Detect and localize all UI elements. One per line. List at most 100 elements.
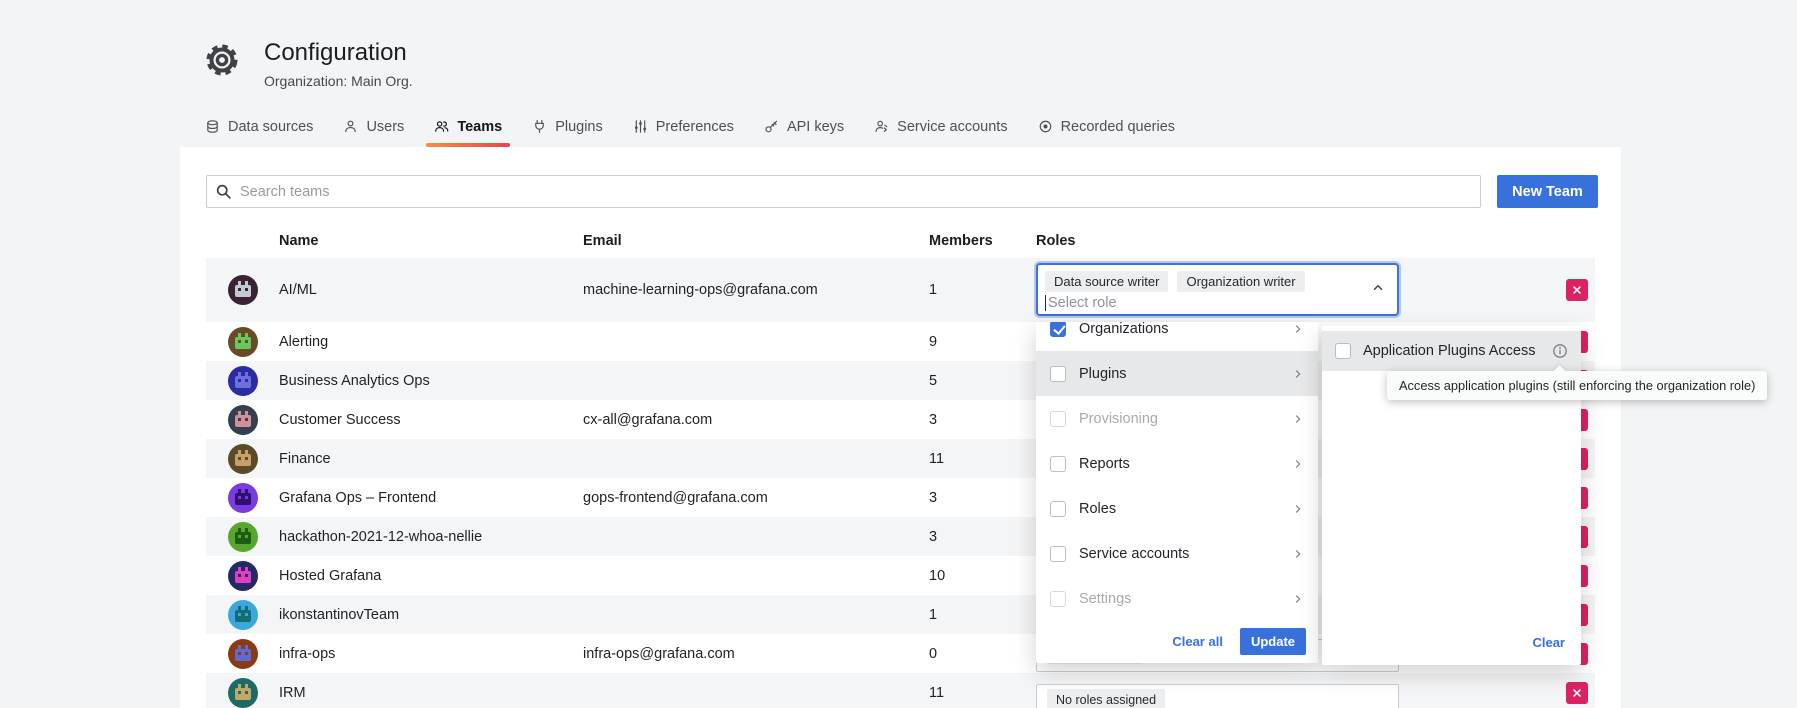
team-avatar bbox=[228, 522, 258, 552]
close-icon bbox=[1570, 686, 1584, 700]
menu-item-service-accounts[interactable]: Service accounts bbox=[1036, 531, 1318, 576]
role-picker-menu: Organizations Plugins ProvisioningReports R… bbox=[1036, 322, 1318, 663]
chevron-right-icon bbox=[1292, 323, 1304, 335]
team-avatar bbox=[228, 275, 258, 305]
menu-item-application-plugins-access[interactable]: Application Plugins Access bbox=[1322, 331, 1581, 371]
checkbox[interactable] bbox=[1050, 456, 1066, 472]
chevron-right-icon bbox=[1292, 413, 1304, 425]
tab-label: Service accounts bbox=[897, 119, 1007, 135]
team-avatar bbox=[228, 327, 258, 357]
menu-item-settings: Settings bbox=[1036, 576, 1318, 621]
tab-plugins[interactable]: Plugins bbox=[517, 106, 618, 147]
tab-label: API keys bbox=[787, 119, 844, 135]
tab-label: Preferences bbox=[656, 119, 734, 135]
tab-label: Users bbox=[366, 119, 404, 135]
clear-all-link[interactable]: Clear all bbox=[1172, 634, 1223, 649]
team-avatar bbox=[228, 678, 258, 708]
team-name[interactable]: infra-ops bbox=[279, 646, 335, 662]
configuration-gear-icon bbox=[202, 40, 242, 80]
delete-team-button[interactable] bbox=[1566, 279, 1588, 301]
tab-api-keys[interactable]: API keys bbox=[749, 106, 859, 147]
team-email: machine-learning-ops@grafana.com bbox=[583, 282, 818, 298]
menu-item-label: Application Plugins Access bbox=[1363, 343, 1536, 359]
checkbox[interactable] bbox=[1335, 343, 1351, 359]
key-icon bbox=[764, 119, 779, 134]
team-avatar bbox=[228, 600, 258, 630]
menu-item-label: Service accounts bbox=[1079, 546, 1189, 562]
tab-data-sources[interactable]: Data sources bbox=[190, 106, 328, 147]
team-avatar bbox=[228, 561, 258, 591]
chevron-up-icon[interactable] bbox=[1371, 280, 1385, 299]
tab-label: Teams bbox=[457, 119, 502, 135]
team-avatar bbox=[228, 639, 258, 669]
menu-item-roles[interactable]: Roles bbox=[1036, 486, 1318, 531]
chevron-right-icon bbox=[1292, 593, 1304, 605]
no-roles-pill: No roles assigned bbox=[1047, 689, 1165, 708]
service-account-icon bbox=[874, 119, 889, 134]
search-input[interactable] bbox=[206, 175, 1481, 208]
team-name[interactable]: hackathon-2021-12-whoa-nellie bbox=[279, 529, 482, 545]
menu-item-label: Organizations bbox=[1079, 322, 1168, 337]
team-avatar bbox=[228, 366, 258, 396]
page: Configuration Organization: Main Org. Da… bbox=[0, 0, 1797, 708]
user-icon bbox=[343, 119, 358, 134]
team-name[interactable]: IRM bbox=[279, 685, 306, 701]
menu-item-organizations[interactable]: Organizations bbox=[1036, 322, 1318, 351]
tab-label: Data sources bbox=[228, 119, 313, 135]
team-name[interactable]: Hosted Grafana bbox=[279, 568, 381, 584]
team-avatar bbox=[228, 444, 258, 474]
menu-item-reports[interactable]: Reports bbox=[1036, 441, 1318, 486]
chevron-right-icon bbox=[1292, 503, 1304, 515]
role-tag[interactable]: Organization writer bbox=[1177, 271, 1304, 292]
role-picker-placeholder: Select role bbox=[1048, 295, 1117, 311]
team-name[interactable]: Business Analytics Ops bbox=[279, 373, 430, 389]
team-email: infra-ops@grafana.com bbox=[583, 646, 735, 662]
table-header: Name Email Members Roles bbox=[206, 233, 1595, 257]
update-button[interactable]: Update bbox=[1240, 628, 1306, 655]
menu-item-plugins[interactable]: Plugins bbox=[1036, 351, 1318, 396]
clear-link[interactable]: Clear bbox=[1532, 635, 1565, 650]
tab-recorded-queries[interactable]: Recorded queries bbox=[1023, 106, 1190, 147]
page-subtitle: Organization: Main Org. bbox=[264, 73, 413, 89]
tab-bar: Data sources Users Teams Plugins Preferences… bbox=[190, 106, 1190, 147]
new-team-button[interactable]: New Team bbox=[1497, 175, 1598, 208]
menu-item-provisioning: Provisioning bbox=[1036, 396, 1318, 441]
tab-preferences[interactable]: Preferences bbox=[618, 106, 749, 147]
tab-teams[interactable]: Teams bbox=[419, 106, 517, 147]
text-cursor bbox=[1045, 295, 1046, 311]
checkbox[interactable] bbox=[1050, 501, 1066, 517]
team-members-count: 3 bbox=[929, 490, 937, 506]
menu-item-label: Roles bbox=[1079, 501, 1116, 517]
tooltip: Access application plugins (still enforc… bbox=[1387, 371, 1767, 400]
team-name[interactable]: Grafana Ops – Frontend bbox=[279, 490, 436, 506]
info-icon[interactable] bbox=[1552, 343, 1568, 359]
role-picker-irm[interactable]: No roles assigned bbox=[1036, 684, 1399, 708]
delete-team-button[interactable] bbox=[1566, 682, 1588, 704]
team-name[interactable]: Alerting bbox=[279, 334, 328, 350]
tab-users[interactable]: Users bbox=[328, 106, 419, 147]
team-avatar bbox=[228, 405, 258, 435]
menu-item-label: Plugins bbox=[1079, 366, 1127, 382]
chevron-right-icon bbox=[1292, 368, 1304, 380]
team-email: cx-all@grafana.com bbox=[583, 412, 712, 428]
search-box bbox=[206, 175, 1481, 208]
checkbox[interactable] bbox=[1050, 546, 1066, 562]
team-members-count: 1 bbox=[929, 607, 937, 623]
role-tag[interactable]: Data source writer bbox=[1045, 271, 1168, 292]
teams-toolbar: New Team bbox=[206, 175, 1598, 208]
team-name[interactable]: Finance bbox=[279, 451, 331, 467]
close-icon bbox=[1570, 283, 1584, 297]
team-members-count: 9 bbox=[929, 334, 937, 350]
checkbox[interactable] bbox=[1050, 366, 1066, 382]
tab-service-accounts[interactable]: Service accounts bbox=[859, 106, 1022, 147]
checkbox[interactable] bbox=[1050, 322, 1066, 337]
chevron-right-icon bbox=[1292, 458, 1304, 470]
team-name[interactable]: ikonstantinovTeam bbox=[279, 607, 399, 623]
team-name[interactable]: Customer Success bbox=[279, 412, 401, 428]
team-name[interactable]: AI/ML bbox=[279, 282, 317, 298]
menu-item-label: Settings bbox=[1079, 591, 1131, 607]
chevron-right-icon bbox=[1292, 548, 1304, 560]
column-header-roles: Roles bbox=[1036, 233, 1076, 249]
plug-icon bbox=[532, 119, 547, 134]
role-picker-focused[interactable]: Data source writer Organization writer S… bbox=[1036, 263, 1399, 316]
